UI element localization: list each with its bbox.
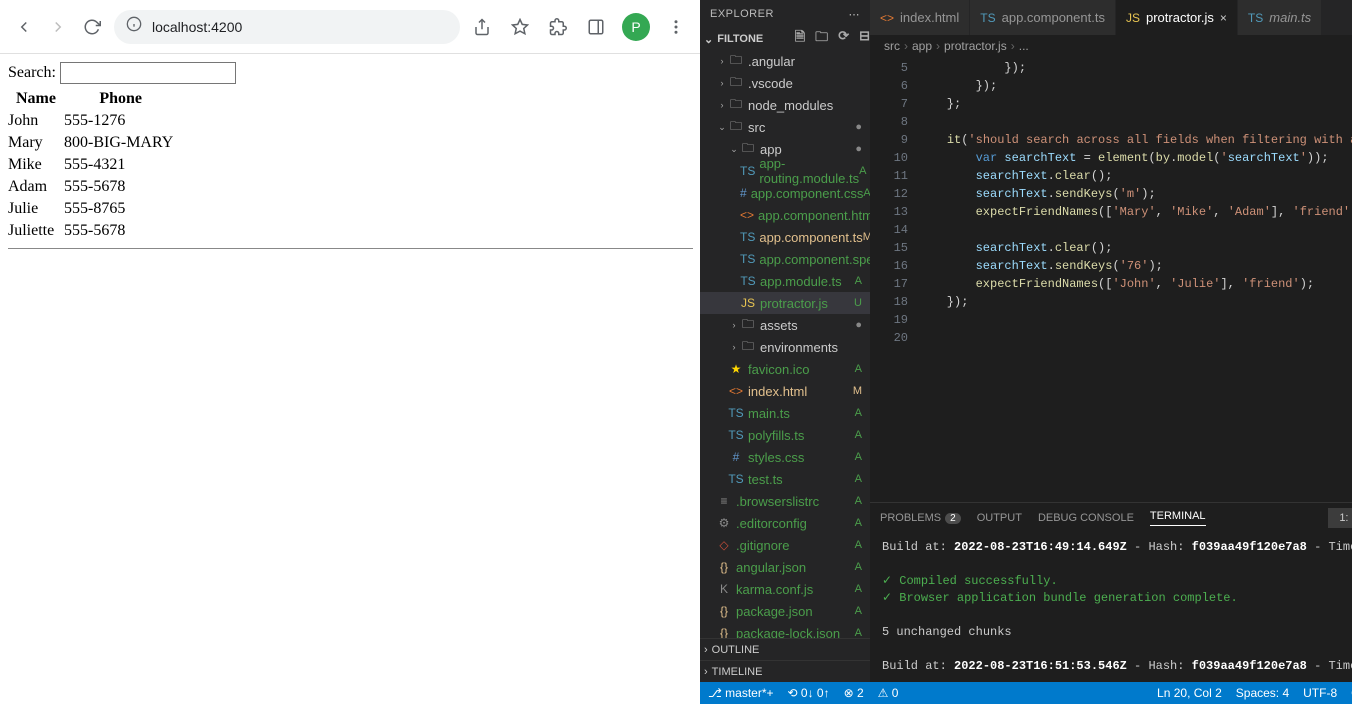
outline-panel[interactable]: ›OUTLINE bbox=[700, 638, 870, 660]
info-icon bbox=[126, 16, 142, 37]
timeline-panel[interactable]: ›TIMELINE bbox=[700, 660, 870, 682]
cursor-position[interactable]: Ln 20, Col 2 bbox=[1157, 686, 1222, 700]
table-row: Mike555-4321 bbox=[8, 154, 177, 176]
file-item[interactable]: JSprotractor.jsU bbox=[700, 292, 870, 314]
file-tree: ›🗀.angular›🗀.vscode›🗀node_modules⌄🗀src●⌄… bbox=[700, 50, 870, 638]
search-input[interactable] bbox=[60, 62, 236, 84]
hr-divider bbox=[8, 248, 693, 249]
folder-item[interactable]: ›🗀node_modules bbox=[700, 94, 870, 116]
indentation[interactable]: Spaces: 4 bbox=[1236, 686, 1289, 700]
folder-item[interactable]: ›🗀.angular bbox=[700, 50, 870, 72]
browser-toolbar: localhost:4200 P bbox=[0, 0, 700, 54]
terminal-panel: PROBLEMS 2 OUTPUT DEBUG CONSOLE TERMINAL 1: … bbox=[870, 502, 1352, 682]
profile-avatar[interactable]: P bbox=[622, 13, 650, 41]
share-icon[interactable] bbox=[470, 15, 494, 39]
panel-tabs: PROBLEMS 2 OUTPUT DEBUG CONSOLE TERMINAL 1: … bbox=[870, 503, 1352, 533]
browser-content: Search: Name Phone John555-1276Mary800-B… bbox=[0, 54, 700, 257]
reload-button[interactable] bbox=[80, 15, 104, 39]
terminal-output[interactable]: Build at: 2022-08-23T16:49:14.649Z - Has… bbox=[870, 533, 1352, 682]
url-text: localhost:4200 bbox=[152, 19, 242, 35]
explorer-more-icon[interactable]: ⋯ bbox=[849, 8, 861, 21]
sync-indicator[interactable]: ⟲ 0↓ 0↑ bbox=[788, 686, 830, 700]
warnings-indicator[interactable]: ⚠ 0 bbox=[878, 686, 899, 700]
file-item[interactable]: #styles.cssA bbox=[700, 446, 870, 468]
folder-item[interactable]: ⌄🗀src● bbox=[700, 116, 870, 138]
folder-item[interactable]: ›🗀assets● bbox=[700, 314, 870, 336]
vscode-window: EXPLORER ⋯ ⌄ FILTONE 🗎 🗀 ⟳ ⊟ ›🗀.angular›… bbox=[700, 0, 1352, 704]
extensions-icon[interactable] bbox=[546, 15, 570, 39]
project-section[interactable]: ⌄ FILTONE 🗎 🗀 ⟳ ⊟ bbox=[700, 28, 870, 50]
file-item[interactable]: TSmain.tsA bbox=[700, 402, 870, 424]
editor-tab[interactable]: <>index.html bbox=[870, 0, 970, 35]
file-item[interactable]: ⚙.editorconfigA bbox=[700, 512, 870, 534]
folder-item[interactable]: ›🗀.vscode bbox=[700, 72, 870, 94]
file-item[interactable]: <>app.component.htmlA bbox=[700, 204, 870, 226]
file-item[interactable]: TSapp.component.spec.tsA bbox=[700, 248, 870, 270]
file-item[interactable]: ◇.gitignoreA bbox=[700, 534, 870, 556]
url-bar[interactable]: localhost:4200 bbox=[114, 10, 460, 44]
table-row: John555-1276 bbox=[8, 110, 177, 132]
forward-button[interactable] bbox=[46, 15, 70, 39]
file-item[interactable]: <>index.htmlM bbox=[700, 380, 870, 402]
table-row: Adam555-5678 bbox=[8, 176, 177, 198]
data-table: Name Phone John555-1276Mary800-BIG-MARYM… bbox=[8, 88, 177, 242]
breadcrumbs[interactable]: src › app › protractor.js › ... bbox=[870, 35, 1352, 57]
line-numbers: 567891011121314151617181920 bbox=[870, 57, 918, 502]
th-name: Name bbox=[8, 88, 64, 110]
explorer-sidebar: EXPLORER ⋯ ⌄ FILTONE 🗎 🗀 ⟳ ⊟ ›🗀.angular›… bbox=[700, 0, 870, 682]
editor-tab[interactable]: JSprotractor.js× bbox=[1116, 0, 1238, 35]
search-label: Search: bbox=[8, 64, 56, 82]
table-row: Julie555-8765 bbox=[8, 198, 177, 220]
file-item[interactable]: TSapp-routing.module.tsA bbox=[700, 160, 870, 182]
chevron-down-icon: ⌄ bbox=[704, 33, 713, 46]
file-item[interactable]: {}package-lock.jsonA bbox=[700, 622, 870, 638]
code-content[interactable]: }); }); }; it('should search across all … bbox=[918, 57, 1352, 502]
editor-body[interactable]: 567891011121314151617181920 }); }); }; i… bbox=[870, 57, 1352, 502]
file-item[interactable]: TStest.tsA bbox=[700, 468, 870, 490]
file-item[interactable]: TSapp.module.tsA bbox=[700, 270, 870, 292]
menu-icon[interactable] bbox=[664, 15, 688, 39]
folder-item[interactable]: ›🗀environments bbox=[700, 336, 870, 358]
collapse-icon[interactable]: ⊟ bbox=[859, 28, 870, 50]
table-row: Mary800-BIG-MARY bbox=[8, 132, 177, 154]
file-item[interactable]: ≡.browserslistrcA bbox=[700, 490, 870, 512]
new-file-icon[interactable]: 🗎 bbox=[795, 28, 805, 50]
errors-indicator[interactable]: ⊗ 2 bbox=[844, 686, 864, 700]
editor-area: <>index.htmlTSapp.component.tsJSprotract… bbox=[870, 0, 1352, 682]
panel-tab[interactable]: OUTPUT bbox=[977, 512, 1022, 524]
branch-indicator[interactable]: ⎇ master*+ bbox=[708, 686, 774, 700]
file-item[interactable]: {}angular.jsonA bbox=[700, 556, 870, 578]
file-item[interactable]: TSapp.component.tsM bbox=[700, 226, 870, 248]
panel-tab[interactable]: DEBUG CONSOLE bbox=[1038, 512, 1134, 524]
table-row: Juliette555-5678 bbox=[8, 220, 177, 242]
editor-tab[interactable]: TSmain.ts bbox=[1238, 0, 1322, 35]
panel-tab[interactable]: PROBLEMS 2 bbox=[880, 512, 961, 524]
terminal-select[interactable]: 1: node bbox=[1328, 508, 1352, 528]
panel-tab[interactable]: TERMINAL bbox=[1150, 510, 1206, 526]
side-panel-icon[interactable] bbox=[584, 15, 608, 39]
new-folder-icon[interactable]: 🗀 bbox=[815, 28, 828, 50]
file-item[interactable]: ★favicon.icoA bbox=[700, 358, 870, 380]
explorer-title: EXPLORER bbox=[710, 8, 774, 20]
th-phone: Phone bbox=[64, 88, 177, 110]
editor-tab[interactable]: TSapp.component.ts bbox=[970, 0, 1116, 35]
file-item[interactable]: Kkarma.conf.jsA bbox=[700, 578, 870, 600]
file-item[interactable]: TSpolyfills.tsA bbox=[700, 424, 870, 446]
browser-window: localhost:4200 P Search: Name Phone bbox=[0, 0, 700, 704]
bookmark-star-icon[interactable] bbox=[508, 15, 532, 39]
project-name: FILTONE bbox=[717, 33, 763, 45]
encoding[interactable]: UTF-8 bbox=[1303, 686, 1337, 700]
refresh-icon[interactable]: ⟳ bbox=[838, 28, 849, 50]
status-bar: ⎇ master*+ ⟲ 0↓ 0↑ ⊗ 2 ⚠ 0 Ln 20, Col 2 … bbox=[700, 682, 1352, 704]
editor-tabs: <>index.htmlTSapp.component.tsJSprotract… bbox=[870, 0, 1352, 35]
tab-close-icon[interactable]: × bbox=[1220, 11, 1227, 25]
file-item[interactable]: {}package.jsonA bbox=[700, 600, 870, 622]
back-button[interactable] bbox=[12, 15, 36, 39]
file-item[interactable]: #app.component.cssA bbox=[700, 182, 870, 204]
